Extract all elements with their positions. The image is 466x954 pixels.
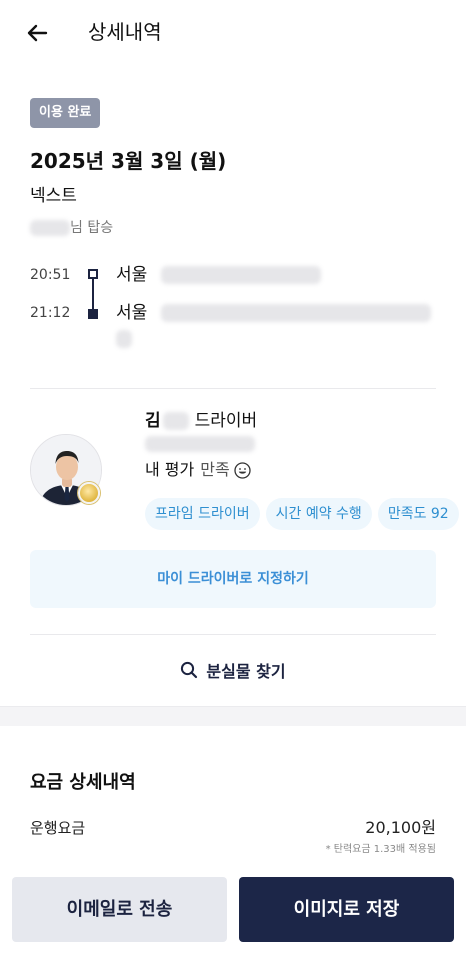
driver-tags: 프라임 드라이버 시간 예약 수행 만족도 92 (145, 498, 466, 530)
rider-suffix: 님 탑승 (70, 220, 114, 236)
driver-role: 드라이버 (194, 411, 258, 431)
divider (30, 388, 436, 389)
tag-prime-driver: 프라임 드라이버 (145, 498, 260, 530)
back-button[interactable] (22, 18, 52, 48)
blurred-driver-name (162, 412, 189, 430)
end-time: 21:12 (30, 305, 71, 321)
driver-name: 김 드라이버 (145, 408, 257, 434)
top-app-bar: 상세내역 (0, 0, 466, 64)
blurred-start-address (160, 266, 321, 284)
fare-label: 운행요금 (30, 819, 86, 837)
start-node-icon (88, 269, 98, 279)
save-image-button[interactable]: 이미지로 저장 (239, 877, 454, 942)
rating-label: 내 평가 (145, 460, 195, 479)
start-time: 20:51 (30, 267, 71, 283)
send-email-button[interactable]: 이메일로 전송 (12, 877, 227, 942)
lost-item-button[interactable]: 분실물 찾기 (30, 648, 436, 692)
blurred-rider-name (30, 220, 70, 236)
designate-my-driver-button[interactable]: 마이 드라이버로 지정하기 (30, 550, 436, 608)
start-place-city: 서울 (116, 265, 148, 285)
rider-info: 님 탑승 (30, 217, 113, 239)
divider (30, 634, 436, 635)
blurred-end-address (160, 304, 431, 322)
lost-item-label: 분실물 찾기 (206, 662, 286, 681)
fare-value: 20,100원 (365, 818, 436, 837)
tag-reservation: 시간 예약 수행 (265, 498, 372, 530)
arrow-left-icon (27, 24, 48, 42)
trip-date: 2025년 3월 3일 (월) (30, 149, 227, 173)
fare-section-title: 요금 상세내역 (30, 772, 136, 793)
blurred-driver-detail (145, 436, 255, 452)
route-line (92, 279, 94, 311)
end-node-icon (88, 309, 98, 319)
blurred-end-address-line2 (116, 330, 132, 348)
page-title: 상세내역 (88, 20, 162, 44)
end-place-city: 서울 (116, 303, 148, 323)
tag-satisfaction: 만족도 92 (377, 498, 459, 530)
service-type: 넥스트 (30, 186, 77, 206)
status-badge: 이용 완료 (30, 98, 101, 128)
section-separator (0, 706, 466, 726)
medal-badge-icon (78, 482, 100, 504)
driver-name-initial: 김 (145, 411, 161, 431)
search-icon (180, 661, 198, 679)
smile-icon (234, 461, 251, 479)
my-rating: 내 평가 만족 (145, 458, 251, 482)
route-timeline: 20:51 서울 21:12 서울 (30, 260, 440, 360)
rating-value: 만족 (200, 460, 230, 479)
start-place: 서울 (116, 262, 321, 288)
surge-note: * 탄력요금 1.33배 적용됨 (325, 844, 436, 855)
end-place: 서울 (116, 300, 431, 326)
